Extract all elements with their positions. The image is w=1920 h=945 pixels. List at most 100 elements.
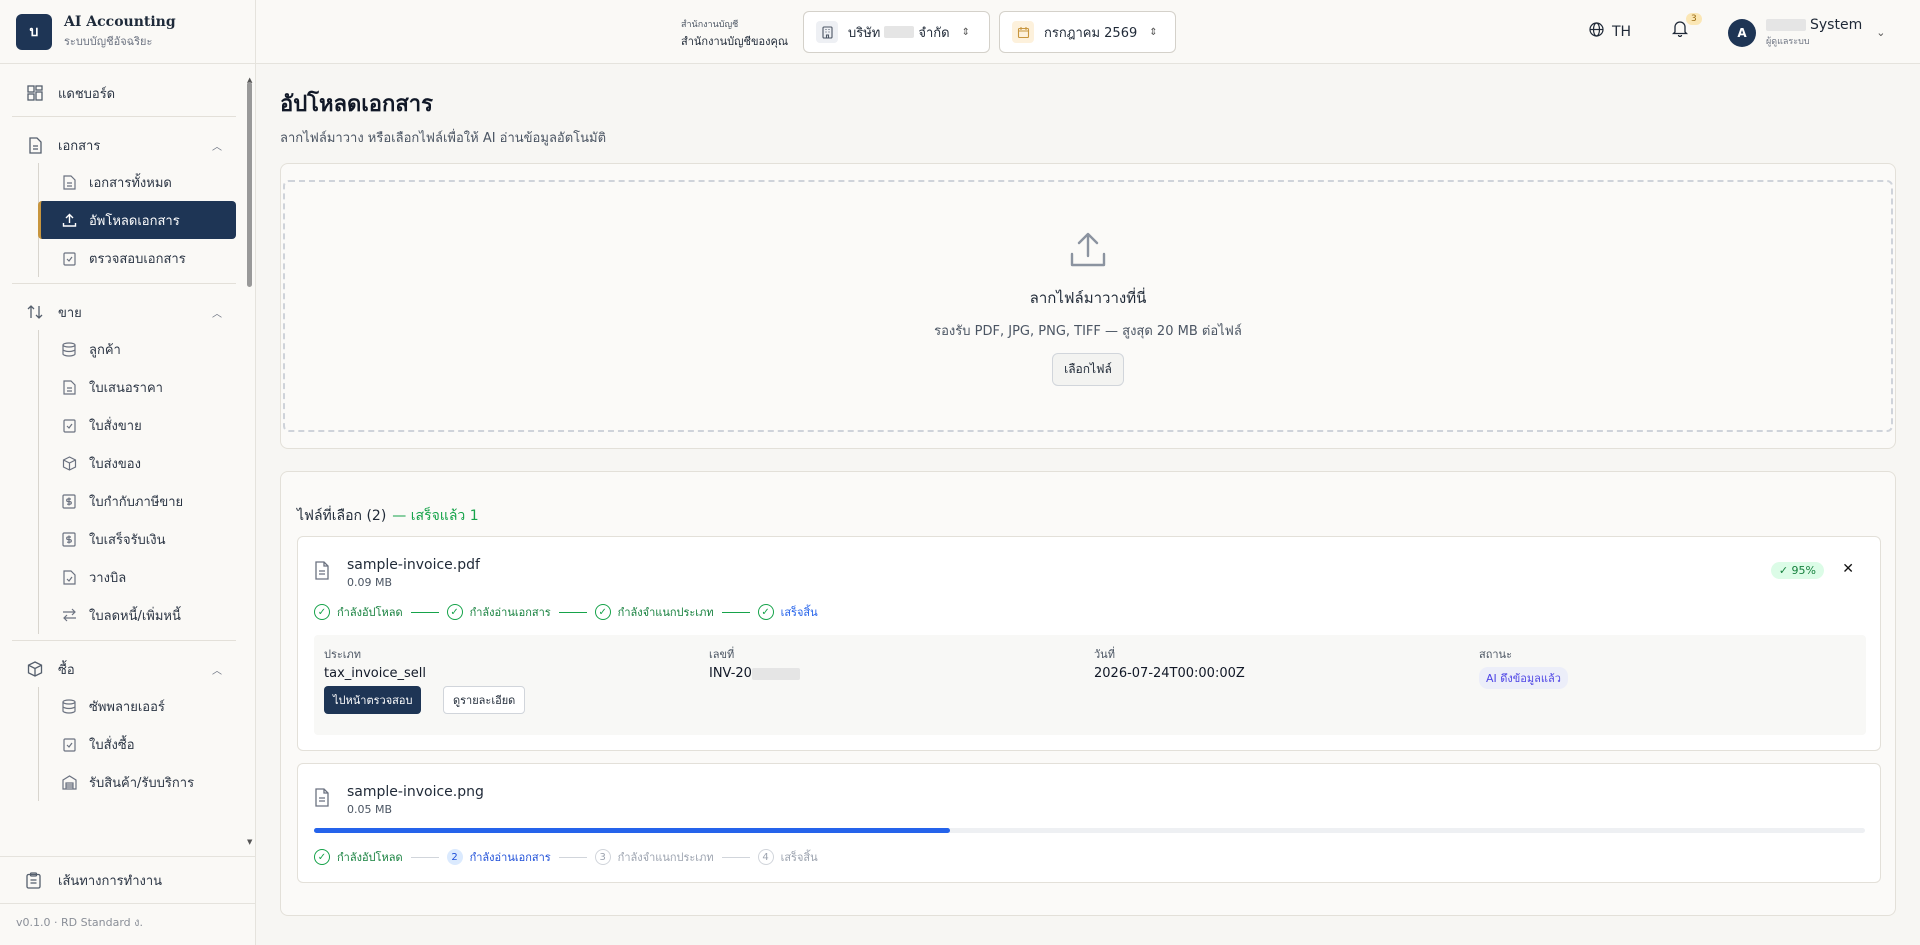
detail-label: เลขที่ (709, 648, 735, 661)
arrows-up-down-icon (26, 303, 44, 321)
detail-status: สถานะ AI ดึงข้อมูลแล้ว (1479, 645, 1568, 689)
progress-bar (314, 828, 1865, 833)
sidebar-item-receipts[interactable]: ใบเสร็จรับเงิน (51, 520, 236, 558)
progress-steps: ✓ กำลังอัปโหลด ✓ กำลังอ่านเอกสาร ✓ กำลังจำแ… (314, 603, 818, 621)
file-item: sample-invoice.pdf 0.09 MB ✓ 95% ✕ ✓ กำลั… (297, 536, 1881, 751)
chevron-up-icon: ︿ (212, 308, 222, 320)
step-label: กำลังจำแนกประเภท (617, 851, 714, 864)
status-badge: AI ดึงข้อมูลแล้ว (1479, 667, 1568, 689)
step-connector (558, 856, 587, 858)
chevrons-up-down-icon: ⇕ (961, 26, 970, 38)
choose-file-button[interactable]: เลือกไฟล์ (1052, 353, 1124, 386)
close-icon[interactable]: ✕ (1842, 561, 1854, 577)
detail-date: วันที่ 2026-07-24T00:00:00Z (1094, 645, 1245, 681)
detail-label: วันที่ (1094, 648, 1115, 661)
file-icon (61, 174, 77, 190)
sidebar-item-suppliers[interactable]: ซัพพลายเออร์ (51, 687, 236, 725)
chevrons-up-down-icon: ⇕ (1149, 26, 1158, 38)
file-name: sample-invoice.pdf (347, 557, 480, 573)
step-label: กำลังอัปโหลด (337, 606, 403, 619)
step-label: กำลังอ่านเอกสาร (469, 606, 551, 619)
package-icon (61, 455, 77, 471)
file-size: 0.09 MB (347, 576, 393, 589)
sidebar-item-goods-receipt[interactable]: รับสินค้า/รับบริการ (51, 763, 236, 801)
upload-card: ลากไฟล์มาวางที่นี่ รองรับ PDF, JPG, PNG,… (280, 163, 1896, 449)
go-to-review-button[interactable]: ไปหน้าตรวจสอบ (324, 686, 422, 714)
period-selector[interactable]: กรกฎาคม 2569 ⇕ (999, 11, 1176, 53)
sidebar-item-billing[interactable]: วางบิล (51, 558, 236, 596)
selected-files-card: ไฟล์ที่เลือก (2) — เสร็จแล้ว 1 sample-inv… (280, 471, 1896, 916)
sidebar-item-purchase-orders[interactable]: ใบสั่งซื้อ (51, 725, 236, 763)
calendar-icon (1012, 21, 1034, 43)
divider (12, 640, 236, 641)
sidebar-section-purchase[interactable]: ซื้อ ︿ (12, 651, 236, 687)
check-circle-icon: ✓ (757, 604, 774, 620)
sidebar-item-sales-orders[interactable]: ใบสั่งขาย (51, 406, 236, 444)
sidebar: บ AI Accounting ระบบบัญชีอัจฉริยะ แดชบอร… (0, 0, 256, 945)
detail-label: สถานะ (1479, 648, 1512, 661)
sidebar-section-sales[interactable]: ขาย ︿ (12, 294, 236, 330)
step-connector (558, 611, 587, 613)
language-switcher[interactable]: TH (1589, 22, 1631, 41)
top-bar: สำนักงานบัญชี สำนักงานบัญชีของคุณ บริษัท… (256, 0, 1920, 64)
check-circle-icon: ✓ (314, 849, 330, 865)
dropzone[interactable]: ลากไฟล์มาวางที่นี่ รองรับ PDF, JPG, PNG,… (283, 180, 1893, 432)
sidebar-item-customers[interactable]: ลูกค้า (51, 330, 236, 368)
step-label: กำลังอัปโหลด (337, 851, 403, 864)
scroll-thumb[interactable] (247, 82, 252, 287)
database-icon (61, 341, 77, 357)
user-menu[interactable]: A System ผู้ดูแลระบบ ⌄ (1728, 17, 1885, 48)
globe-icon (1589, 22, 1604, 41)
sidebar-item-label: ใบลดหนี้/เพิ่มหนี้ (89, 608, 181, 624)
chevron-up-icon: ︿ (212, 141, 222, 153)
section-label: ขาย (58, 305, 82, 321)
period-value: กรกฎาคม 2569 (1044, 25, 1138, 41)
detail-value: 2026-07-24T00:00:00Z (1094, 666, 1245, 681)
step-number: 4 (757, 849, 774, 865)
sidebar-item-label: วางบิล (89, 570, 127, 586)
sidebar-item-upload-documents[interactable]: อัพโหลดเอกสาร (38, 201, 236, 239)
sidebar-scrollbar[interactable]: ▲ ▼ (247, 76, 253, 846)
sidebar-item-label: เอกสารทั้งหมด (89, 175, 172, 191)
sidebar-item-credit-debit-notes[interactable]: ใบลดหนี้/เพิ่มหนี้ (51, 596, 236, 634)
bell-icon (1671, 21, 1689, 41)
step-connector (721, 611, 750, 613)
sidebar-item-workflow[interactable]: เส้นทางการทำงาน (0, 857, 256, 903)
check-circle-icon: ✓ (446, 604, 463, 620)
step-label: เสร็จสิ้น (780, 851, 818, 864)
file-item: sample-invoice.png 0.05 MB ✓ กำลังอัปโหลด… (297, 763, 1881, 883)
notifications-button[interactable]: 3 (1671, 13, 1702, 41)
building-icon (816, 21, 838, 43)
sidebar-item-tax-invoices[interactable]: ใบกำกับภาษีขาย (51, 482, 236, 520)
company-selector[interactable]: บริษัท จำกัด ⇕ (803, 11, 990, 53)
sidebar-item-all-documents[interactable]: เอกสารทั้งหมด (51, 163, 236, 201)
sidebar-item-dashboard[interactable]: แดชบอร์ด (12, 76, 236, 110)
view-details-button[interactable]: ดูรายละเอียด (443, 686, 526, 714)
file-check-icon (61, 569, 77, 585)
file-icon (314, 788, 330, 811)
document-icon (26, 136, 44, 154)
sidebar-bottom: เส้นทางการทำงาน v0.1.0 · RD Standard ง. (0, 856, 256, 939)
user-role: ผู้ดูแลระบบ (1766, 37, 1810, 47)
scroll-down-arrow-icon[interactable]: ▼ (247, 838, 252, 846)
clipboard-list-icon (26, 871, 44, 889)
sidebar-section-documents[interactable]: เอกสาร ︿ (12, 127, 236, 163)
brand-title: AI Accounting (64, 13, 176, 30)
sidebar-item-quotations[interactable]: ใบเสนอราคา (51, 368, 236, 406)
dropzone-subtitle: รองรับ PDF, JPG, PNG, TIFF — สูงสุด 20 M… (934, 324, 1242, 339)
arrows-left-right-icon (61, 607, 77, 623)
sidebar-item-review-documents[interactable]: ตรวจสอบเอกสาร (51, 239, 236, 277)
database-icon (61, 698, 77, 714)
office-name: สำนักงานบัญชีของคุณ (681, 35, 789, 48)
progress-badge: ✓ 95% (1770, 562, 1824, 579)
sidebar-item-label: รับสินค้า/รับบริการ (89, 775, 195, 791)
dashboard-icon (26, 84, 44, 102)
avatar: A (1728, 18, 1756, 47)
company-suffix: จำกัด (918, 25, 950, 41)
step-connector (410, 611, 439, 613)
sidebar-item-delivery-notes[interactable]: ใบส่งของ (51, 444, 236, 482)
file-size: 0.05 MB (347, 803, 393, 816)
upload-icon (61, 212, 77, 228)
step-number: 2 (446, 849, 463, 865)
files-done-text: — เสร็จแล้ว 1 (392, 508, 479, 524)
